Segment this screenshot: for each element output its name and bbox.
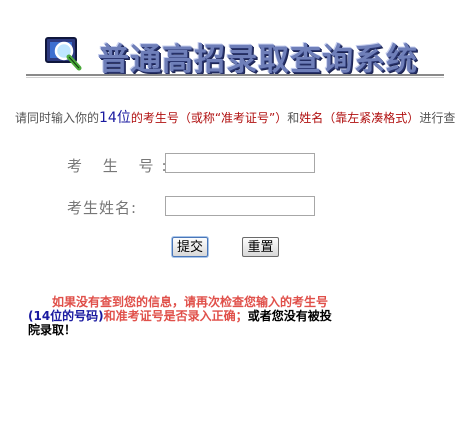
title-underline (26, 74, 444, 76)
notice-digits: (14位的号码) (28, 309, 104, 323)
notice-check: 和准考证号是否录入正确； (103, 309, 248, 323)
notice-line1: 如果没有查到您的信息，请再次检查您输入的考生号 (52, 295, 329, 309)
submit-button[interactable]: 提交 (172, 237, 208, 257)
notice-message: 如果没有查到您的信息，请再次检查您输入的考生号 (14位的号码)和准考证号是否录… (28, 295, 368, 337)
instruction-name: 姓名（靠左紧凑格式） (299, 111, 420, 125)
header-banner: 普通高招录取查询系统 (0, 0, 466, 90)
notice-line3: 院录取！ (28, 323, 77, 337)
instruction-text: 请同时输入你的14位的考生号（或称“准考证号”）和姓名（靠左紧凑格式）进行查 (15, 107, 455, 127)
exam-id-label: 考 生 号: (67, 157, 175, 175)
exam-id-input[interactable] (165, 153, 315, 173)
notice-not-admitted: 或者您没有被投 (247, 309, 332, 323)
instruction-part1: 请同时输入你的 (15, 111, 100, 125)
instruction-digits: 14位 (99, 110, 131, 126)
magnifier-icon (45, 37, 82, 71)
name-label: 考生姓名: (67, 199, 138, 217)
instruction-and: 和 (287, 111, 300, 125)
notice-line2: (14位的号码)和准考证号是否录入正确；或者您没有被投 (28, 309, 368, 323)
title-underline-shadow (26, 77, 444, 78)
instruction-exam-id: 的考生号（或称“准考证号”） (130, 111, 288, 125)
page-title: 普通高招录取查询系统 (98, 42, 418, 78)
instruction-end: 进行查 (419, 111, 456, 125)
name-input[interactable] (165, 196, 315, 216)
reset-button[interactable]: 重置 (242, 237, 279, 257)
